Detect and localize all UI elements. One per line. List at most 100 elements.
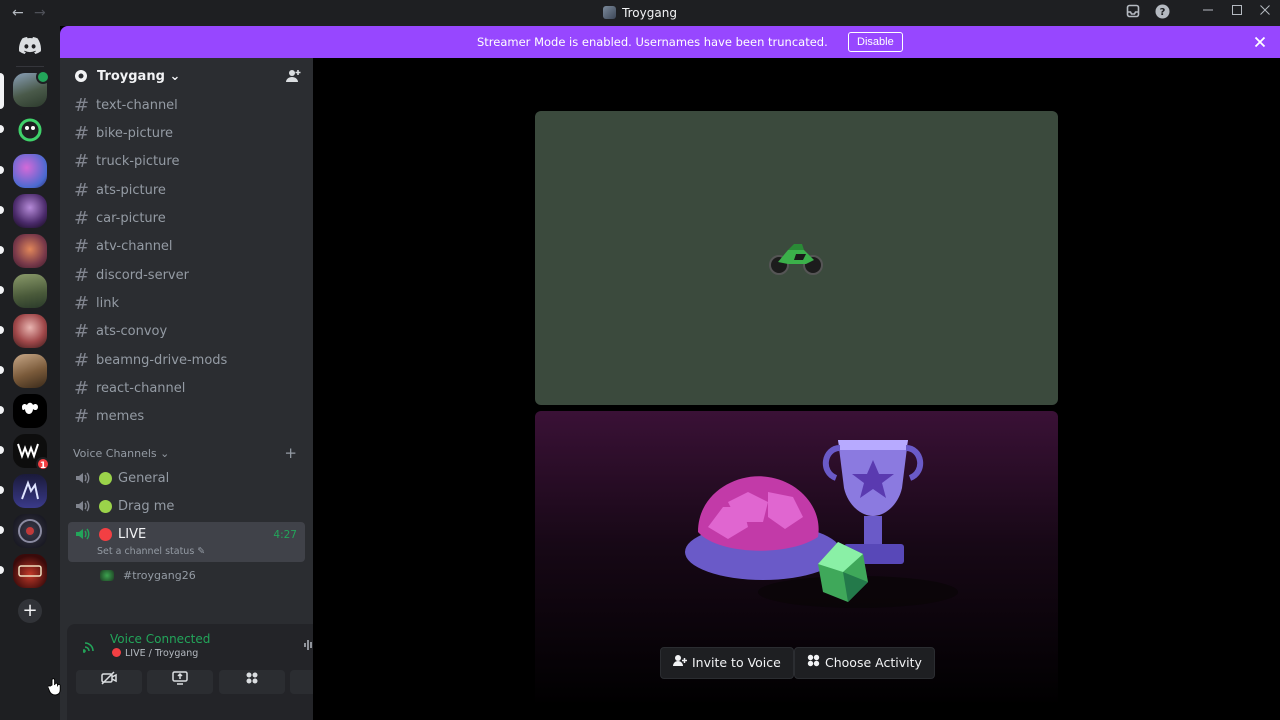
minimize-icon[interactable] — [1199, 4, 1217, 22]
guild-header[interactable]: Troygang ⌄ — [60, 58, 313, 96]
choose-activity-button[interactable]: Choose Activity — [794, 647, 935, 679]
hash-icon: # — [74, 406, 90, 427]
channel-discord-server[interactable]: # discord-server — [68, 263, 305, 289]
unread-indicator — [0, 206, 4, 214]
channel-name: bike-picture — [96, 126, 174, 141]
add-person-icon — [673, 649, 687, 679]
channel-text-channel[interactable]: # text-channel — [68, 93, 305, 119]
hash-icon: # — [74, 180, 90, 201]
channel-react-channel[interactable]: # react-channel — [68, 376, 305, 402]
activities-icon — [807, 649, 820, 679]
unread-indicator — [0, 125, 4, 133]
activities-icon — [246, 672, 258, 684]
guild-name: Troygang ⌄ — [97, 69, 181, 84]
invite-to-voice-label: Invite to Voice — [692, 655, 781, 670]
maximize-icon[interactable] — [1228, 4, 1246, 22]
green-apple-emoji-icon — [99, 500, 112, 513]
server-avatar-3[interactable] — [13, 154, 47, 188]
channel-name: link — [96, 296, 119, 311]
channel-sidebar: Troygang ⌄ # text-channel # bike-picture #… — [60, 58, 365, 720]
server-green-logo[interactable] — [13, 113, 47, 147]
server-avatar-13[interactable] — [13, 554, 47, 588]
unread-indicator — [0, 446, 4, 454]
unread-indicator — [0, 526, 4, 534]
disable-streamer-mode-button[interactable]: Disable — [848, 32, 903, 52]
unread-indicator — [0, 566, 4, 574]
channel-memes[interactable]: # memes — [68, 404, 305, 430]
server-avatar-6[interactable] — [13, 274, 47, 308]
share-screen-button[interactable] — [147, 670, 213, 694]
server-avatar-11[interactable] — [13, 474, 47, 508]
channel-ats-convoy[interactable]: # ats-convoy — [68, 319, 305, 345]
channel-truck-picture[interactable]: # truck-picture — [68, 149, 305, 175]
chevron-down-icon: ⌄ — [169, 69, 181, 84]
server-icon — [603, 6, 617, 19]
guild-settings-icon — [74, 69, 88, 87]
window-title-text: Troygang — [622, 6, 677, 20]
channel-name: beamng-drive-mods — [96, 353, 228, 368]
server-avatar-10[interactable]: 1 — [13, 434, 50, 471]
channel-car-picture[interactable]: # car-picture — [68, 206, 305, 232]
server-avatar-12[interactable] — [13, 514, 47, 548]
unread-indicator — [0, 486, 4, 494]
signal-strength-icon[interactable] — [82, 639, 97, 656]
unread-indicator — [0, 406, 4, 414]
channel-name: memes — [96, 409, 145, 424]
channel-bike-picture[interactable]: # bike-picture — [68, 121, 305, 147]
voice-channel-live[interactable]: LIVE 4:27 Set a channel status ✎ — [68, 522, 305, 562]
channel-name: discord-server — [96, 268, 189, 283]
hash-icon: # — [74, 350, 90, 371]
voice-channel-drag-me[interactable]: Drag me — [68, 494, 305, 520]
discord-home-icon[interactable] — [15, 30, 45, 60]
camera-off-button[interactable] — [76, 670, 142, 694]
camera-off-icon — [101, 671, 117, 685]
red-circle-emoji-icon — [112, 648, 121, 657]
activities-button[interactable] — [219, 670, 285, 694]
set-channel-status[interactable]: Set a channel status ✎ — [97, 546, 205, 557]
share-screen-icon — [172, 671, 188, 685]
server-avatar-7[interactable] — [13, 314, 47, 348]
voice-channel-name: LIVE — [118, 527, 147, 542]
voice-channel-general[interactable]: General — [68, 466, 305, 492]
streamer-mode-message: Streamer Mode is enabled. Usernames have… — [477, 35, 828, 49]
close-banner-icon[interactable] — [1254, 33, 1266, 52]
voice-active-icon — [36, 70, 50, 84]
hash-icon: # — [74, 208, 90, 229]
voice-channel-name: General — [118, 471, 170, 486]
voice-channel-path: LIVE / Troygang — [112, 648, 198, 659]
help-icon[interactable]: ? — [1153, 4, 1171, 22]
inbox-icon[interactable] — [1124, 4, 1142, 22]
server-avatar-5[interactable] — [13, 234, 47, 268]
voice-member-name: #troygang26 — [123, 569, 196, 582]
streamer-mode-banner: Streamer Mode is enabled. Usernames have… — [60, 26, 1280, 58]
voice-category-header[interactable]: Voice Channels ⌄ — [73, 447, 169, 460]
hash-icon: # — [74, 378, 90, 399]
avatar — [100, 570, 114, 581]
mouse-cursor-icon — [48, 678, 61, 696]
hash-icon: # — [74, 123, 90, 144]
channel-link[interactable]: # link — [68, 291, 305, 317]
channel-atv-channel[interactable]: # atv-channel — [68, 234, 305, 260]
invite-people-icon[interactable] — [286, 69, 301, 87]
unread-indicator — [0, 166, 4, 174]
title-bar: ← → Troygang ? — [0, 0, 1280, 26]
add-server-icon[interactable]: + — [18, 599, 42, 623]
green-apple-emoji-icon — [99, 472, 112, 485]
server-troygang[interactable] — [13, 70, 50, 107]
channel-name: atv-channel — [96, 239, 173, 254]
unread-indicator — [0, 246, 4, 254]
close-window-icon[interactable] — [1256, 4, 1274, 22]
server-avatar-4[interactable] — [13, 194, 47, 228]
red-circle-emoji-icon — [99, 528, 112, 541]
server-avatar-8[interactable] — [13, 354, 47, 388]
channel-name: car-picture — [96, 211, 166, 226]
server-avatar-9[interactable] — [13, 394, 47, 428]
create-channel-icon[interactable]: + — [284, 444, 297, 462]
channel-beamng-drive-mods[interactable]: # beamng-drive-mods — [68, 348, 305, 374]
voice-elapsed-time: 4:27 — [273, 529, 297, 541]
motorcycle-avatar — [769, 244, 823, 275]
voice-connected-label[interactable]: Voice Connected — [110, 632, 210, 646]
channel-ats-picture[interactable]: # ats-picture — [68, 178, 305, 204]
invite-to-voice-button[interactable]: Invite to Voice — [660, 647, 794, 679]
channel-name: react-channel — [96, 381, 186, 396]
